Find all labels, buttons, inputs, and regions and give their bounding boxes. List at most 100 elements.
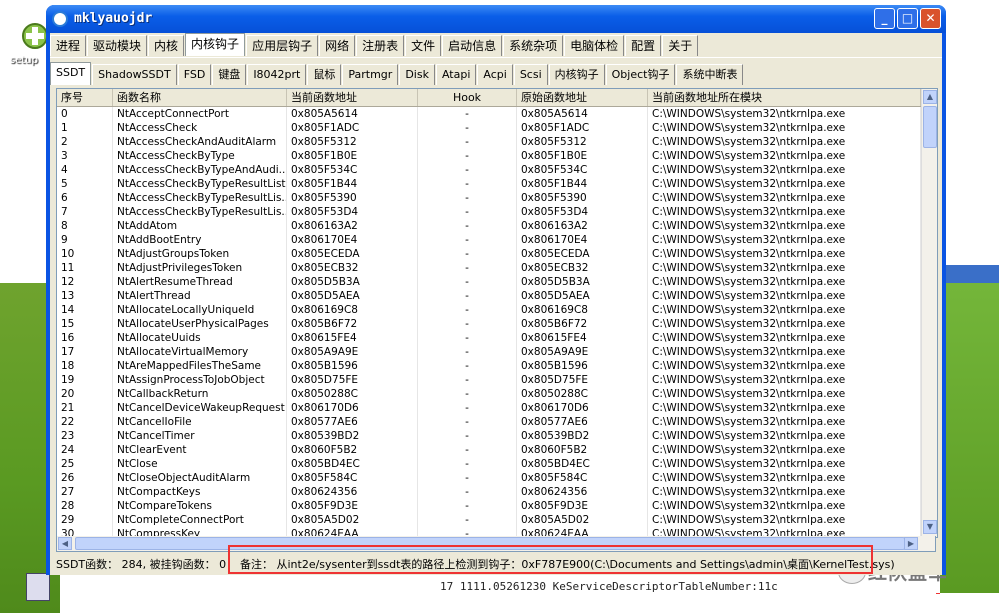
- table-cell: -: [418, 513, 517, 527]
- table-row[interactable]: 11 NtAdjustPrivilegesToken 0x805ECB32-0x80…: [57, 261, 921, 275]
- table-cell: 24: [57, 443, 113, 457]
- sub-tab-9[interactable]: Acpi: [477, 64, 513, 85]
- table-row[interactable]: 4 NtAccessCheckByTypeAndAudi... 0x805F534C…: [57, 163, 921, 177]
- main-tab-8[interactable]: 启动信息: [442, 35, 503, 56]
- column-header-2[interactable]: 当前函数地址: [287, 89, 418, 106]
- sub-tab-5[interactable]: 鼠标: [307, 64, 342, 85]
- main-tab-6[interactable]: 注册表: [356, 35, 405, 56]
- main-tab-4[interactable]: 应用层钩子: [246, 35, 319, 56]
- table-cell: -: [418, 219, 517, 233]
- ssdt-table: 序号 函数名称 当前函数地址 Hook 原始函数地址 当前函数地址所在模块 0 NtAcce…: [56, 88, 938, 538]
- sub-tab-11[interactable]: 内核钩子: [548, 64, 605, 85]
- table-row[interactable]: 3 NtAccessCheckByType 0x805F1B0E -0x805F1B0…: [57, 149, 921, 163]
- table-row[interactable]: 6 NtAccessCheckByTypeResultLis... 0x805F53…: [57, 191, 921, 205]
- table-cell: 0x805F5312: [517, 135, 648, 149]
- table-cell: C:\WINDOWS\system32\ntkrnlpa.exe: [648, 275, 921, 289]
- sub-tab-12[interactable]: Object钩子: [605, 64, 676, 85]
- main-tab-2[interactable]: 内核: [148, 35, 185, 56]
- table-cell: -: [418, 359, 517, 373]
- main-tab-11[interactable]: 配置: [625, 35, 662, 56]
- main-tab-10[interactable]: 电脑体检: [564, 35, 625, 56]
- sub-tab-1[interactable]: ShadowSSDT: [92, 64, 177, 85]
- main-tab-9[interactable]: 系统杂项: [503, 35, 564, 56]
- table-row[interactable]: 2 NtAccessCheckAndAuditAlarm 0x805F5312-0x…: [57, 135, 921, 149]
- table-row[interactable]: 23 NtCancelTimer 0x80539BD2-0x80539BD2 C:\W…: [57, 429, 921, 443]
- title-bar[interactable]: mklyauojdr _ □ ✕: [46, 5, 946, 33]
- table-row[interactable]: 19 NtAssignProcessToJobObject 0x805D75FE -0…: [57, 373, 921, 387]
- sub-tab-3[interactable]: 键盘: [212, 64, 247, 85]
- table-cell: 0x8060F5B2: [517, 443, 648, 457]
- table-cell: 18: [57, 359, 113, 373]
- table-row[interactable]: 21 NtCancelDeviceWakeupRequest 0x806170D6-…: [57, 401, 921, 415]
- table-cell: NtAllocateUserPhysicalPages: [113, 317, 287, 331]
- main-tab-0[interactable]: 进程: [50, 35, 87, 56]
- sub-tab-13[interactable]: 系统中断表: [676, 64, 744, 85]
- sub-tab-6[interactable]: Partmgr: [342, 64, 399, 85]
- table-cell: 15: [57, 317, 113, 331]
- table-cell: -: [418, 345, 517, 359]
- sub-tab-4[interactable]: I8042prt: [247, 64, 307, 85]
- table-row[interactable]: 15 NtAllocateUserPhysicalPages 0x805B6F72-…: [57, 317, 921, 331]
- table-cell: 0x80577AE6: [517, 415, 648, 429]
- column-header-1[interactable]: 函数名称: [113, 89, 287, 106]
- table-row[interactable]: 28 NtCompareTokens 0x805F9D3E -0x805F9D3E C:…: [57, 499, 921, 513]
- scroll-up-icon[interactable]: ▲: [923, 90, 937, 104]
- main-tab-5[interactable]: 网络: [319, 35, 356, 56]
- table-row[interactable]: 1 NtAccessCheck 0x805F1ADC -0x805F1ADC C:\WI…: [57, 121, 921, 135]
- maximize-button[interactable]: □: [897, 8, 918, 29]
- table-row[interactable]: 9 NtAddBootEntry 0x806170E4-0x806170E4 C:\W…: [57, 233, 921, 247]
- table-row[interactable]: 14 NtAllocateLocallyUniqueId 0x806169C8-0x…: [57, 303, 921, 317]
- table-row[interactable]: 18 NtAreMappedFilesTheSame 0x805B1596-0x80…: [57, 359, 921, 373]
- table-cell: -: [418, 233, 517, 247]
- table-row[interactable]: 8 NtAddAtom 0x806163A2-0x806163A2 C:\WINDOW…: [57, 219, 921, 233]
- table-row[interactable]: 27 NtCompactKeys 0x80624356-0x80624356 C:\W…: [57, 485, 921, 499]
- table-row[interactable]: 10 NtAdjustGroupsToken 0x805ECEDA -0x805ECE…: [57, 247, 921, 261]
- minimize-button[interactable]: _: [874, 8, 895, 29]
- table-cell: 0x805F9D3E: [287, 499, 418, 513]
- table-cell: 0x805F1ADC: [287, 121, 418, 135]
- scroll-right-icon[interactable]: ▶: [904, 537, 918, 550]
- column-header-3[interactable]: Hook: [418, 89, 517, 106]
- main-tab-12[interactable]: 关于: [662, 35, 699, 56]
- table-row[interactable]: 29 NtCompleteConnectPort 0x805A5D02-0x805A…: [57, 513, 921, 527]
- table-row[interactable]: 24 NtClearEvent 0x8060F5B2-0x8060F5B2 C:\WI…: [57, 443, 921, 457]
- vertical-scroll-thumb[interactable]: [923, 106, 937, 148]
- column-header-0[interactable]: 序号: [57, 89, 113, 106]
- table-row[interactable]: 0 NtAcceptConnectPort 0x805A5614-0x805A561…: [57, 107, 921, 121]
- table-cell: 23: [57, 429, 113, 443]
- sub-tab-10[interactable]: Scsi: [513, 64, 548, 85]
- sub-tab-8[interactable]: Atapi: [435, 64, 477, 85]
- sub-tab-2[interactable]: FSD: [177, 64, 212, 85]
- table-row[interactable]: 26 NtCloseObjectAuditAlarm 0x805F584C -0x80…: [57, 471, 921, 485]
- scroll-down-icon[interactable]: ▼: [923, 520, 937, 534]
- main-tab-1[interactable]: 驱动模块: [87, 35, 148, 56]
- sub-tab-7[interactable]: Disk: [399, 64, 435, 85]
- desktop-file-icon[interactable]: [26, 573, 50, 601]
- vertical-scrollbar[interactable]: ▲ ▼: [921, 89, 937, 537]
- table-row[interactable]: 17 NtAllocateVirtualMemory 0x805A9A9E -0x80…: [57, 345, 921, 359]
- column-header-5[interactable]: 当前函数地址所在模块: [648, 89, 921, 106]
- scroll-left-icon[interactable]: ◀: [58, 537, 72, 550]
- table-row[interactable]: 20 NtCallbackReturn 0x8050288C -0x8050288C C…: [57, 387, 921, 401]
- sub-tab-0[interactable]: SSDT: [50, 62, 92, 85]
- table-cell: 0x805B6F72: [287, 317, 418, 331]
- table-row[interactable]: 22 NtCancelIoFile 0x80577AE6-0x80577AE6 C:\…: [57, 415, 921, 429]
- table-cell: NtCancelIoFile: [113, 415, 287, 429]
- table-cell: NtAddAtom: [113, 219, 287, 233]
- table-row[interactable]: 13 NtAlertThread 0x805D5AEA -0x805D5AEA C:\W…: [57, 289, 921, 303]
- table-row[interactable]: 25 NtClose 0x805BD4EC -0x805BD4EC C:\WINDOWS…: [57, 457, 921, 471]
- table-cell: 22: [57, 415, 113, 429]
- table-cell: 0x806170E4: [287, 233, 418, 247]
- table-cell: NtAccessCheckByType: [113, 149, 287, 163]
- close-button[interactable]: ✕: [920, 8, 941, 29]
- table-cell: C:\WINDOWS\system32\ntkrnlpa.exe: [648, 317, 921, 331]
- main-tab-3[interactable]: 内核钩子: [185, 33, 246, 56]
- table-row[interactable]: 16 NtAllocateUuids 0x80615FE4-0x80615FE4 C:…: [57, 331, 921, 345]
- main-tab-7[interactable]: 文件: [405, 35, 442, 56]
- table-row[interactable]: 5 NtAccessCheckByTypeResultList 0x805F1B44…: [57, 177, 921, 191]
- table-row[interactable]: 12 NtAlertResumeThread 0x805D5B3A -0x805D5B…: [57, 275, 921, 289]
- table-cell: 28: [57, 499, 113, 513]
- table-cell: -: [418, 387, 517, 401]
- table-row[interactable]: 7 NtAccessCheckByTypeResultLis... 0x805F53…: [57, 205, 921, 219]
- column-header-4[interactable]: 原始函数地址: [517, 89, 648, 106]
